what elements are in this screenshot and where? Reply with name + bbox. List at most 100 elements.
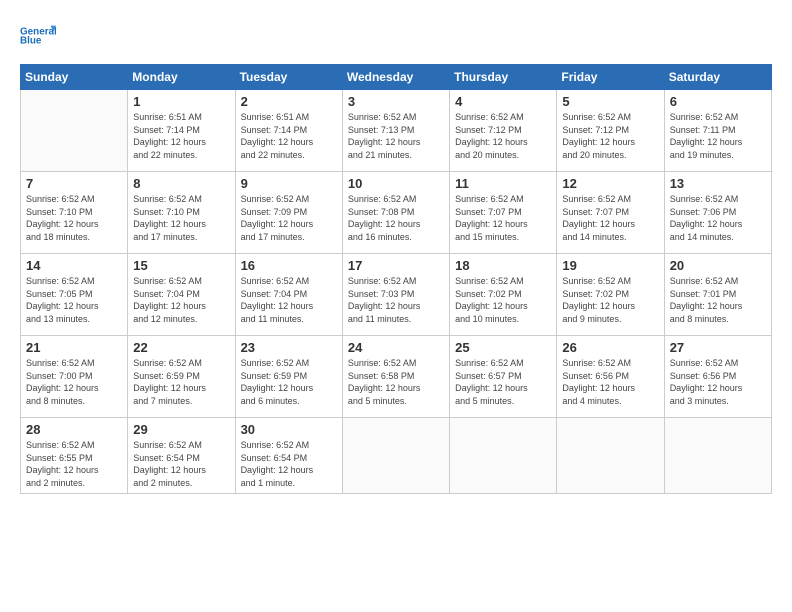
calendar-cell: 8 Sunrise: 6:52 AM Sunset: 7:10 PM Daylig… — [128, 172, 235, 254]
calendar-cell — [557, 418, 664, 494]
col-header-sunday: Sunday — [21, 65, 128, 90]
col-header-saturday: Saturday — [664, 65, 771, 90]
calendar-cell: 14 Sunrise: 6:52 AM Sunset: 7:05 PM Dayli… — [21, 254, 128, 336]
day-number: 2 — [241, 94, 337, 109]
calendar-cell: 15 Sunrise: 6:52 AM Sunset: 7:04 PM Dayli… — [128, 254, 235, 336]
logo-svg: General Blue — [20, 18, 56, 54]
day-info: Sunrise: 6:52 AM Sunset: 6:59 PM Dayligh… — [241, 357, 337, 407]
day-number: 1 — [133, 94, 229, 109]
calendar-cell — [664, 418, 771, 494]
calendar-cell: 1 Sunrise: 6:51 AM Sunset: 7:14 PM Daylig… — [128, 90, 235, 172]
day-number: 25 — [455, 340, 551, 355]
day-number: 19 — [562, 258, 658, 273]
day-info: Sunrise: 6:52 AM Sunset: 6:54 PM Dayligh… — [241, 439, 337, 489]
calendar-cell: 17 Sunrise: 6:52 AM Sunset: 7:03 PM Dayli… — [342, 254, 449, 336]
day-info: Sunrise: 6:52 AM Sunset: 6:59 PM Dayligh… — [133, 357, 229, 407]
day-number: 24 — [348, 340, 444, 355]
calendar-page: General Blue SundayMondayTuesdayWednesda… — [0, 0, 792, 612]
day-number: 18 — [455, 258, 551, 273]
day-info: Sunrise: 6:52 AM Sunset: 6:56 PM Dayligh… — [562, 357, 658, 407]
day-number: 17 — [348, 258, 444, 273]
col-header-tuesday: Tuesday — [235, 65, 342, 90]
day-info: Sunrise: 6:52 AM Sunset: 7:05 PM Dayligh… — [26, 275, 122, 325]
col-header-wednesday: Wednesday — [342, 65, 449, 90]
calendar-cell: 9 Sunrise: 6:52 AM Sunset: 7:09 PM Daylig… — [235, 172, 342, 254]
day-number: 13 — [670, 176, 766, 191]
day-number: 29 — [133, 422, 229, 437]
calendar-cell: 21 Sunrise: 6:52 AM Sunset: 7:00 PM Dayli… — [21, 336, 128, 418]
day-info: Sunrise: 6:52 AM Sunset: 6:55 PM Dayligh… — [26, 439, 122, 489]
day-number: 28 — [26, 422, 122, 437]
day-number: 11 — [455, 176, 551, 191]
day-info: Sunrise: 6:52 AM Sunset: 6:58 PM Dayligh… — [348, 357, 444, 407]
week-row-5: 28 Sunrise: 6:52 AM Sunset: 6:55 PM Dayli… — [21, 418, 772, 494]
day-info: Sunrise: 6:52 AM Sunset: 7:13 PM Dayligh… — [348, 111, 444, 161]
day-number: 30 — [241, 422, 337, 437]
calendar-cell: 29Sunrise: 6:52 AM Sunset: 6:54 PM Dayli… — [128, 418, 235, 494]
calendar-cell: 16Sunrise: 6:52 AM Sunset: 7:04 PM Dayli… — [235, 254, 342, 336]
col-header-monday: Monday — [128, 65, 235, 90]
day-info: Sunrise: 6:52 AM Sunset: 7:10 PM Dayligh… — [133, 193, 229, 243]
day-number: 27 — [670, 340, 766, 355]
calendar-cell: 18 Sunrise: 6:52 AM Sunset: 7:02 PM Dayli… — [450, 254, 557, 336]
day-info: Sunrise: 6:52 AM Sunset: 7:12 PM Dayligh… — [562, 111, 658, 161]
day-number: 14 — [26, 258, 122, 273]
day-number: 5 — [562, 94, 658, 109]
day-info: Sunrise: 6:52 AM Sunset: 7:12 PM Dayligh… — [455, 111, 551, 161]
day-info: Sunrise: 6:51 AM Sunset: 7:14 PM Dayligh… — [133, 111, 229, 161]
day-number: 22 — [133, 340, 229, 355]
calendar-cell: 22 Sunrise: 6:52 AM Sunset: 6:59 PM Dayli… — [128, 336, 235, 418]
day-info: Sunrise: 6:52 AM Sunset: 7:11 PM Dayligh… — [670, 111, 766, 161]
day-info: Sunrise: 6:52 AM Sunset: 7:03 PM Dayligh… — [348, 275, 444, 325]
calendar-cell: 13 Sunrise: 6:52 AM Sunset: 7:06 PM Dayli… — [664, 172, 771, 254]
calendar-cell: 24 Sunrise: 6:52 AM Sunset: 6:58 PM Dayli… — [342, 336, 449, 418]
calendar-cell: 28 Sunrise: 6:52 AM Sunset: 6:55 PM Dayli… — [21, 418, 128, 494]
day-number: 15 — [133, 258, 229, 273]
day-info: Sunrise: 6:52 AM Sunset: 7:02 PM Dayligh… — [455, 275, 551, 325]
calendar-cell: 19 Sunrise: 6:52 AM Sunset: 7:02 PM Dayli… — [557, 254, 664, 336]
calendar-cell: 5 Sunrise: 6:52 AM Sunset: 7:12 PM Daylig… — [557, 90, 664, 172]
day-info: Sunrise: 6:52 AM Sunset: 7:07 PM Dayligh… — [562, 193, 658, 243]
day-number: 7 — [26, 176, 122, 191]
day-number: 12 — [562, 176, 658, 191]
day-number: 21 — [26, 340, 122, 355]
day-number: 9 — [241, 176, 337, 191]
calendar-cell: 6 Sunrise: 6:52 AM Sunset: 7:11 PM Daylig… — [664, 90, 771, 172]
logo: General Blue — [20, 18, 56, 54]
calendar-cell — [21, 90, 128, 172]
col-header-friday: Friday — [557, 65, 664, 90]
day-number: 20 — [670, 258, 766, 273]
day-number: 8 — [133, 176, 229, 191]
day-info: Sunrise: 6:52 AM Sunset: 7:07 PM Dayligh… — [455, 193, 551, 243]
day-number: 4 — [455, 94, 551, 109]
calendar-cell — [342, 418, 449, 494]
calendar-cell: 27 Sunrise: 6:52 AM Sunset: 6:56 PM Dayli… — [664, 336, 771, 418]
calendar-cell: 10Sunrise: 6:52 AM Sunset: 7:08 PM Dayli… — [342, 172, 449, 254]
day-info: Sunrise: 6:51 AM Sunset: 7:14 PM Dayligh… — [241, 111, 337, 161]
day-info: Sunrise: 6:52 AM Sunset: 7:02 PM Dayligh… — [562, 275, 658, 325]
week-row-4: 21 Sunrise: 6:52 AM Sunset: 7:00 PM Dayli… — [21, 336, 772, 418]
day-number: 10 — [348, 176, 444, 191]
calendar-cell: 26Sunrise: 6:52 AM Sunset: 6:56 PM Dayli… — [557, 336, 664, 418]
day-number: 3 — [348, 94, 444, 109]
calendar-cell: 30 Sunrise: 6:52 AM Sunset: 6:54 PM Dayli… — [235, 418, 342, 494]
calendar-cell: 3 Sunrise: 6:52 AM Sunset: 7:13 PM Daylig… — [342, 90, 449, 172]
calendar-cell: 11 Sunrise: 6:52 AM Sunset: 7:07 PM Dayli… — [450, 172, 557, 254]
day-number: 23 — [241, 340, 337, 355]
col-header-thursday: Thursday — [450, 65, 557, 90]
header: General Blue — [20, 18, 772, 54]
day-info: Sunrise: 6:52 AM Sunset: 6:56 PM Dayligh… — [670, 357, 766, 407]
day-info: Sunrise: 6:52 AM Sunset: 7:04 PM Dayligh… — [133, 275, 229, 325]
calendar-cell: 4 Sunrise: 6:52 AM Sunset: 7:12 PM Daylig… — [450, 90, 557, 172]
day-info: Sunrise: 6:52 AM Sunset: 7:06 PM Dayligh… — [670, 193, 766, 243]
day-info: Sunrise: 6:52 AM Sunset: 7:00 PM Dayligh… — [26, 357, 122, 407]
calendar-cell: 23 Sunrise: 6:52 AM Sunset: 6:59 PM Dayli… — [235, 336, 342, 418]
day-info: Sunrise: 6:52 AM Sunset: 7:09 PM Dayligh… — [241, 193, 337, 243]
svg-text:Blue: Blue — [20, 36, 42, 47]
week-row-3: 14 Sunrise: 6:52 AM Sunset: 7:05 PM Dayli… — [21, 254, 772, 336]
day-number: 6 — [670, 94, 766, 109]
calendar-cell: 25 Sunrise: 6:52 AM Sunset: 6:57 PM Dayli… — [450, 336, 557, 418]
week-row-1: 1 Sunrise: 6:51 AM Sunset: 7:14 PM Daylig… — [21, 90, 772, 172]
calendar-cell — [450, 418, 557, 494]
day-info: Sunrise: 6:52 AM Sunset: 6:57 PM Dayligh… — [455, 357, 551, 407]
